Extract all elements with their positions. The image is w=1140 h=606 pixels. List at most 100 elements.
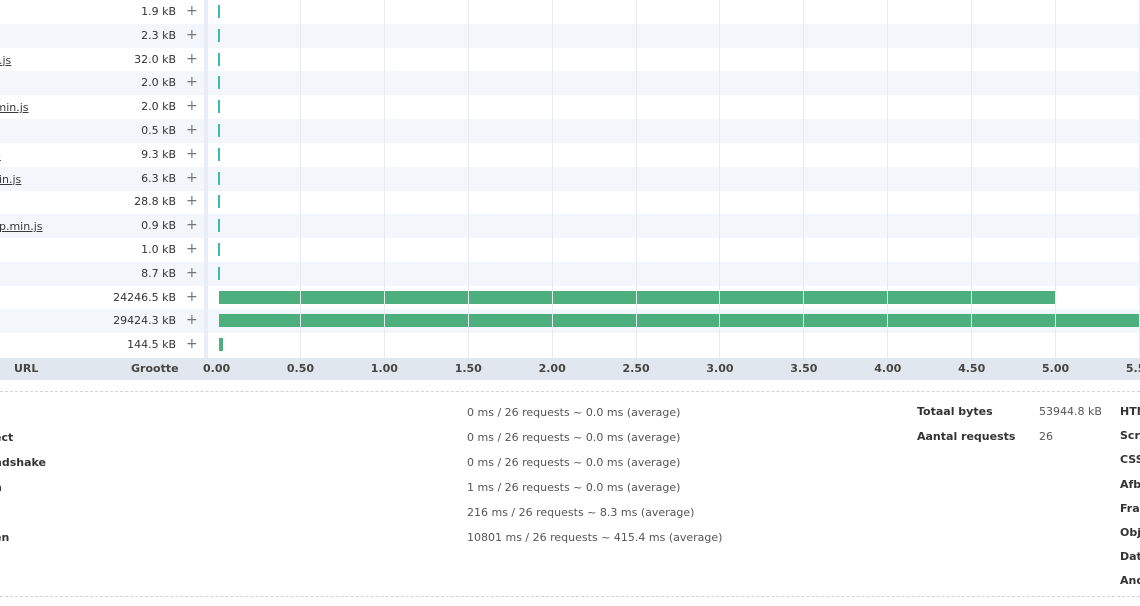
url-column-header[interactable]: URL bbox=[14, 362, 38, 375]
totals-label: Aantal requests bbox=[917, 430, 1016, 443]
expand-row-button[interactable]: + bbox=[186, 289, 198, 305]
expand-row-button[interactable]: + bbox=[186, 74, 198, 90]
request-size: 32.0 kB bbox=[134, 52, 176, 66]
expand-row-button[interactable]: + bbox=[186, 193, 198, 209]
timing-value: 10801 ms / 26 requests ~ 415.4 ms (avera… bbox=[467, 531, 723, 544]
request-url-link[interactable]: js bbox=[0, 149, 1, 162]
timing-bar[interactable] bbox=[219, 314, 1140, 328]
expand-row-button[interactable]: + bbox=[186, 98, 198, 114]
axis-tick-label: 5.5 bbox=[1125, 362, 1140, 375]
table-row: js 9.3 kB + bbox=[0, 143, 1140, 167]
expand-row-button[interactable]: + bbox=[186, 217, 198, 233]
table-row: 8.7 kB + bbox=[0, 261, 1140, 286]
expand-row-button[interactable]: + bbox=[186, 336, 198, 352]
request-size: 24246.5 kB bbox=[113, 290, 176, 304]
timing-value: 1 ms / 26 requests ~ 0.0 ms (average) bbox=[467, 481, 681, 494]
timing-bar[interactable] bbox=[219, 290, 1055, 304]
axis-tick-label: 3.00 bbox=[706, 362, 734, 375]
timing-label: ect bbox=[0, 431, 14, 444]
legend-item: Scri bbox=[1120, 429, 1140, 443]
request-size: 1.0 kB bbox=[141, 243, 176, 256]
timing-value: 0 ms / 26 requests ~ 0.0 ms (average) bbox=[467, 406, 681, 419]
table-row: 29424.3 kB + bbox=[0, 309, 1140, 334]
request-size: 2.3 kB bbox=[141, 28, 176, 42]
request-url-link[interactable]: .min.js bbox=[0, 101, 29, 114]
table-row: 24246.5 kB + bbox=[0, 286, 1140, 310]
table-row: 2.3 kB + bbox=[0, 23, 1140, 48]
totals-label: Totaal bytes bbox=[917, 405, 993, 418]
timing-bar[interactable] bbox=[217, 171, 220, 185]
timing-bar[interactable] bbox=[217, 100, 220, 114]
separator-top bbox=[0, 391, 1140, 392]
table-row: nin.js 6.3 kB + bbox=[0, 166, 1140, 191]
request-url-link[interactable]: np.min.js bbox=[0, 220, 42, 233]
legend-item: HTM bbox=[1120, 405, 1140, 418]
request-size: 9.3 kB bbox=[141, 147, 176, 161]
axis-tick-label: 5.00 bbox=[1042, 362, 1070, 375]
legend-item: Fran bbox=[1120, 501, 1140, 515]
timing-bar[interactable] bbox=[217, 243, 220, 256]
table-row: 144.5 kB + bbox=[0, 333, 1140, 357]
legend-item: Afb bbox=[1120, 477, 1140, 491]
expand-row-button[interactable]: + bbox=[186, 265, 198, 281]
table-row: n.js 32.0 kB + bbox=[0, 48, 1140, 72]
timing-bar[interactable] bbox=[217, 147, 220, 161]
timing-label: en bbox=[0, 531, 10, 544]
column-divider bbox=[204, 0, 208, 358]
size-column-header[interactable]: Grootte bbox=[131, 362, 179, 375]
request-url-link[interactable]: n.js bbox=[0, 54, 11, 67]
expand-row-button[interactable]: + bbox=[186, 51, 198, 67]
legend-item: Dat bbox=[1120, 550, 1140, 564]
table-row: s0.5 kB+ bbox=[0, 119, 1140, 143]
timing-bar[interactable] bbox=[217, 5, 220, 18]
request-size: 0.9 kB bbox=[141, 219, 176, 233]
table-row: 28.8 kB + bbox=[0, 190, 1140, 214]
timing-bar[interactable] bbox=[217, 266, 220, 280]
request-size: 8.7 kB bbox=[141, 266, 176, 280]
legend-item: And bbox=[1120, 574, 1140, 588]
table-row: .min.js 2.0 kB + bbox=[0, 95, 1140, 119]
axis-tick-label: 3.50 bbox=[790, 362, 818, 375]
timing-label: n bbox=[0, 481, 2, 494]
totals-value: 53944.8 kB bbox=[1039, 405, 1102, 418]
expand-row-button[interactable]: + bbox=[186, 146, 198, 162]
expand-row-button[interactable]: + bbox=[186, 312, 198, 328]
request-size: 2.0 kB bbox=[141, 76, 176, 90]
request-url-link[interactable]: nin.js bbox=[0, 173, 21, 186]
axis-tick-label: 2.00 bbox=[538, 362, 566, 375]
expand-row-button[interactable]: + bbox=[186, 241, 198, 257]
separator-bottom bbox=[0, 596, 1140, 597]
request-size: 28.8 kB bbox=[134, 195, 176, 209]
axis-tick-label: 4.50 bbox=[958, 362, 986, 375]
timing-bar[interactable] bbox=[217, 28, 220, 42]
timing-bar[interactable] bbox=[217, 76, 220, 90]
axis-tick-label: 0.00 bbox=[203, 362, 231, 375]
timing-bar[interactable] bbox=[217, 195, 221, 209]
axis-tick-label: 2.50 bbox=[622, 362, 650, 375]
totals-value: 26 bbox=[1039, 430, 1053, 443]
table-header: URL Grootte 0.00 0.50 1.00 1.50 2.00 2.50 3.00… bbox=[0, 358, 1140, 380]
axis-tick-label: 4.00 bbox=[874, 362, 902, 375]
timing-value: 0 ms / 26 requests ~ 0.0 ms (average) bbox=[467, 456, 681, 469]
request-size: 2.0 kB bbox=[141, 100, 176, 114]
axis-tick-label: 0.50 bbox=[286, 362, 315, 375]
request-size: 144.5 kB bbox=[127, 338, 176, 352]
request-size: 0.5 kB bbox=[141, 124, 176, 137]
request-size: 29424.3 kB bbox=[113, 314, 176, 328]
expand-row-button[interactable]: + bbox=[186, 170, 198, 186]
timing-label: ndshake bbox=[0, 456, 46, 469]
expand-row-button[interactable]: + bbox=[186, 122, 198, 138]
timing-bar[interactable] bbox=[217, 219, 220, 233]
axis-tick-label: 1.50 bbox=[454, 362, 482, 375]
table-row: np.min.js 0.9 kB + bbox=[0, 214, 1140, 239]
legend-item: CSS bbox=[1120, 453, 1140, 467]
timing-bar[interactable] bbox=[219, 338, 223, 352]
table-row: 2.0 kB + bbox=[0, 71, 1140, 96]
expand-row-button[interactable]: + bbox=[186, 27, 198, 43]
expand-row-button[interactable]: + bbox=[186, 3, 198, 19]
table-row: 1.9 kB + bbox=[0, 0, 1140, 24]
request-size: 6.3 kB bbox=[141, 171, 176, 185]
legend-item: Obj bbox=[1120, 526, 1140, 539]
timing-bar[interactable] bbox=[217, 124, 220, 137]
timing-bar[interactable] bbox=[217, 52, 221, 66]
